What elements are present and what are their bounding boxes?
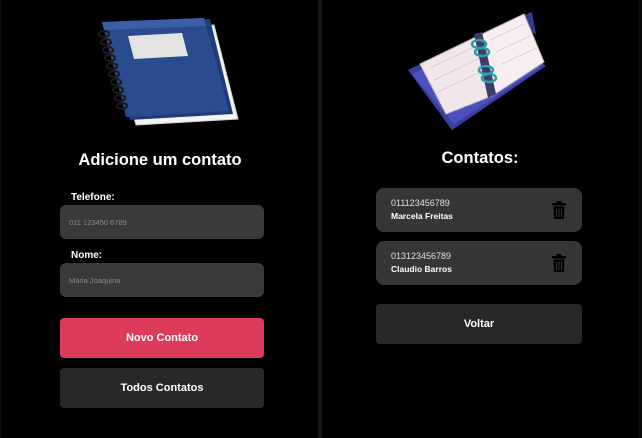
name-label: Nome:	[71, 250, 103, 261]
agenda-icon	[408, 12, 546, 130]
contact-name: Claudio Barros	[391, 264, 452, 274]
all-contacts-button[interactable]: Todos Contatos	[60, 368, 264, 408]
contact-card[interactable]: 013123456789 Claudio Barros	[376, 241, 582, 285]
page-title: Contatos:	[441, 149, 519, 167]
trash-icon[interactable]	[552, 254, 566, 272]
add-contact-screen: Adicione um contato Telefone: Nome: Novo…	[2, 0, 318, 438]
trash-icon[interactable]	[552, 201, 566, 219]
back-button[interactable]: Voltar	[376, 304, 582, 344]
page-title: Adicione um contato	[78, 151, 242, 169]
phone-label: Telefone:	[71, 192, 115, 203]
notebook-icon	[98, 18, 239, 126]
name-input[interactable]	[60, 263, 264, 297]
contacts-list-screen: Contatos: 011123456789 Marcela Freitas 0…	[322, 0, 638, 438]
new-contact-button[interactable]: Novo Contato	[60, 318, 264, 358]
contact-card[interactable]: 011123456789 Marcela Freitas	[376, 188, 582, 232]
phone-input[interactable]	[60, 205, 264, 239]
contact-phone: 011123456789	[391, 198, 450, 208]
contact-phone: 013123456789	[391, 251, 452, 261]
contact-name: Marcela Freitas	[391, 211, 453, 221]
